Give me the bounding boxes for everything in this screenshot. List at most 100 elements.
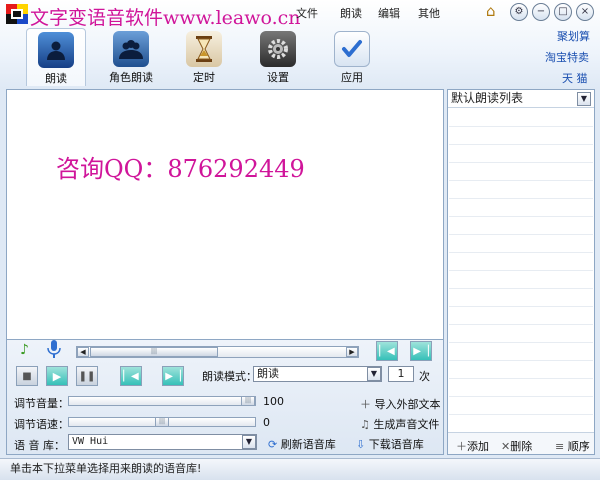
list-order-button[interactable]: ≡ 顺序: [555, 438, 590, 454]
toolbar-timer-label: 定时: [193, 71, 215, 84]
toolbar-timer-button[interactable]: 定时: [174, 28, 234, 86]
download-voice-button[interactable]: ⇩ 下载语音库: [356, 436, 424, 452]
list-row-divider: [449, 234, 593, 235]
reading-list-selected: 默认朗读列表: [451, 91, 524, 105]
voice-library-select[interactable]: VW Hui: [68, 434, 257, 450]
play-icon: ▶: [52, 369, 62, 383]
volume-slider[interactable]: |||: [68, 396, 256, 406]
skip-forward-icon: ▶▕: [413, 345, 429, 357]
app-logo-icon: [6, 4, 28, 24]
toolbar-settings-button[interactable]: 设置: [248, 28, 308, 86]
voice-library-value: VW Hui: [72, 436, 109, 447]
progress-thumb[interactable]: |||: [90, 347, 218, 357]
scroll-left-button[interactable]: ◀: [77, 347, 89, 357]
refresh-voice-button[interactable]: ⟳ 刷新语音库: [268, 436, 336, 452]
read-mode-value: 朗读: [257, 367, 279, 380]
toolbar-apply-button[interactable]: 应用: [322, 28, 382, 86]
list-row-divider: [449, 306, 593, 307]
toolbar-role-read-button[interactable]: 角色朗读: [100, 28, 162, 86]
import-text-label: 导入外部文本: [374, 398, 441, 411]
volume-value: 100: [263, 395, 284, 408]
menu-file[interactable]: 文件: [296, 5, 318, 21]
text-editor[interactable]: [6, 89, 444, 340]
stop-button[interactable]: ■: [16, 366, 38, 386]
import-text-button[interactable]: ＋ 导入外部文本: [360, 396, 441, 412]
pause-button[interactable]: ❚❚: [76, 366, 98, 386]
download-icon: ⇩: [356, 438, 369, 451]
skin-button[interactable]: ⚙: [510, 3, 528, 21]
chevron-down-icon[interactable]: ▼: [577, 92, 591, 106]
speed-value: 0: [263, 416, 270, 429]
list-row-divider: [449, 144, 593, 145]
volume-label: 调节音量：: [14, 397, 69, 410]
minimize-button[interactable]: −: [532, 3, 550, 21]
side-link-tmall[interactable]: 天 猫: [562, 70, 588, 86]
reading-list-select[interactable]: 默认朗读列表: [448, 90, 594, 108]
list-row-divider: [449, 270, 593, 271]
hourglass-icon: [186, 31, 222, 67]
scroll-right-button[interactable]: ▶: [346, 347, 358, 357]
maximize-button[interactable]: □: [554, 3, 572, 21]
toolbar-settings-label: 设置: [267, 71, 289, 84]
user-icon: [38, 32, 74, 68]
list-add-button[interactable]: ＋添加: [456, 438, 489, 454]
music-note-icon: ♫: [360, 418, 374, 431]
speed-label: 调节语速：: [14, 418, 69, 431]
stop-icon: ■: [22, 370, 32, 382]
list-row-divider: [449, 198, 593, 199]
side-link-juhuasuan[interactable]: 聚划算: [557, 28, 590, 44]
refresh-voice-label: 刷新语音库: [280, 438, 336, 451]
playback-progress-bar[interactable]: ◀ ||| ▶: [76, 346, 359, 358]
app-title: 文字变语音软件www.leawo.cn: [30, 7, 301, 29]
repeat-count-input[interactable]: 1: [388, 366, 414, 382]
list-icon: ≡: [555, 440, 568, 453]
menu-read[interactable]: 朗读: [340, 5, 362, 21]
play-button[interactable]: ▶: [46, 366, 68, 386]
checkmark-icon: [334, 31, 370, 67]
microphone-icon[interactable]: [47, 340, 61, 361]
next-button[interactable]: ▶▕: [162, 366, 184, 386]
status-text: 单击本下拉菜单选择用来朗读的语音库!: [10, 462, 202, 475]
list-row-divider: [449, 342, 593, 343]
list-delete-button[interactable]: ✕删除: [501, 438, 532, 454]
menu-edit[interactable]: 编辑: [378, 5, 400, 21]
repeat-unit-label: 次: [419, 370, 430, 383]
download-voice-label: 下载语音库: [368, 438, 424, 451]
list-row-divider: [449, 396, 593, 397]
read-mode-label: 朗读模式：: [202, 370, 257, 383]
volume-slider-thumb[interactable]: |||: [241, 396, 255, 406]
next-sentence-button[interactable]: ▶▕: [410, 341, 432, 361]
plus-icon: ＋: [456, 440, 467, 453]
users-icon: [113, 31, 149, 67]
plus-icon: ＋: [360, 398, 375, 411]
side-link-taobao-temai[interactable]: 淘宝特卖: [545, 49, 589, 65]
speed-slider-thumb[interactable]: |||: [155, 417, 169, 427]
music-note-icon[interactable]: ♪: [20, 342, 29, 358]
close-button[interactable]: ×: [576, 3, 594, 21]
home-icon[interactable]: ⌂: [486, 2, 496, 20]
generate-audio-button[interactable]: ♫ 生成声音文件: [360, 416, 439, 432]
gear-icon: [260, 31, 296, 67]
chevron-down-icon[interactable]: ▼: [367, 367, 381, 381]
list-add-label: 添加: [467, 440, 489, 453]
chevron-down-icon[interactable]: ▼: [242, 435, 256, 449]
previous-button[interactable]: ▏◀: [120, 366, 142, 386]
read-mode-select[interactable]: 朗读: [253, 366, 382, 382]
voice-library-label: 语 音 库：: [14, 439, 65, 452]
list-row-divider: [449, 360, 593, 361]
toolbar-apply-label: 应用: [341, 71, 363, 84]
list-row-divider: [449, 288, 593, 289]
list-row-divider: [449, 216, 593, 217]
list-delete-label: 删除: [510, 440, 533, 453]
close-icon: ✕: [501, 440, 511, 453]
menu-other[interactable]: 其他: [418, 5, 440, 21]
skip-back-icon: ▏◀: [379, 345, 395, 357]
speed-slider[interactable]: |||: [68, 417, 256, 427]
list-row-divider: [449, 162, 593, 163]
list-row-divider: [449, 324, 593, 325]
previous-sentence-button[interactable]: ▏◀: [376, 341, 398, 361]
skip-forward-icon: ▶▕: [165, 370, 181, 382]
toolbar-read-button[interactable]: 朗读: [26, 28, 86, 86]
skip-back-icon: ▏◀: [123, 370, 139, 382]
generate-audio-label: 生成声音文件: [373, 418, 440, 431]
